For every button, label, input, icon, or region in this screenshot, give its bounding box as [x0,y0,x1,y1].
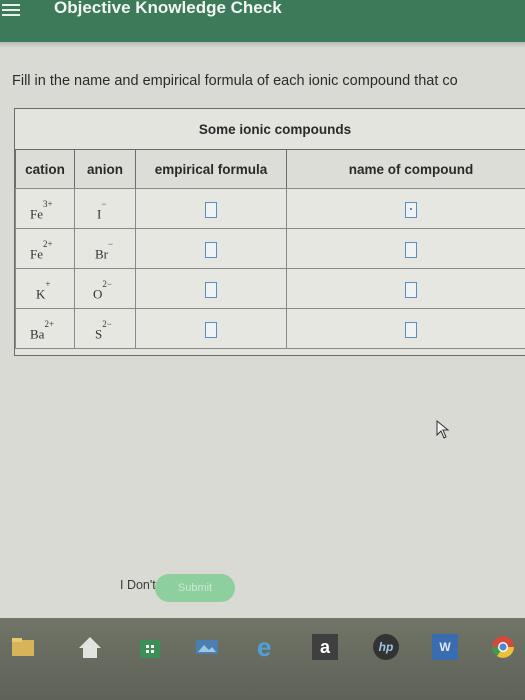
file-explorer-icon[interactable] [10,634,36,660]
question-instruction: Fill in the name and empirical formula o… [12,73,458,89]
cation-symbol: Ba [30,326,45,342]
anion-cell: O2− [74,268,136,309]
empirical-formula-input[interactable] [205,242,217,258]
empirical-formula-cell [135,268,287,309]
cation-charge: 2+ [43,239,53,249]
anion-charge: − [101,199,107,209]
compound-name-cell [286,188,525,229]
column-header-name-of-compound: name of compound [286,149,525,189]
empirical-formula-cell [135,228,287,269]
anion-symbol: Br [95,246,108,262]
empirical-formula-input[interactable] [205,282,217,298]
column-header-empirical-formula: empirical formula [135,149,287,189]
amazon-icon[interactable]: a [312,634,338,660]
edge-icon[interactable]: e [255,634,281,660]
cation-symbol: Fe [30,206,43,222]
compound-name-input[interactable] [405,322,417,338]
anion-charge: − [108,239,114,249]
app-header: Objective Knowledge Check [0,0,525,42]
word-icon[interactable]: W [432,634,458,660]
cation-cell: K+ [15,268,75,309]
anion-cell: Br− [74,228,136,269]
cation-cell: Fe2+ [15,228,75,269]
anion-cell: I− [74,188,136,229]
empirical-formula-input[interactable] [205,322,217,338]
cation-cell: Ba2+ [15,308,75,349]
anion-cell: S2− [74,308,136,349]
compound-name-cell [286,308,525,349]
cation-cell: Fe3+ [15,188,75,229]
store-icon[interactable] [137,634,163,660]
cation-symbol: K [36,286,46,302]
cation-charge: + [45,279,51,289]
cation-charge: 3+ [43,199,53,209]
home-icon[interactable] [77,634,103,660]
compound-name-input[interactable] [405,282,417,298]
photos-icon[interactable] [194,634,220,660]
compound-name-cell [286,268,525,309]
chrome-icon[interactable] [490,634,516,660]
page-title: Objective Knowledge Check [54,0,282,17]
mouse-cursor-icon [436,420,450,439]
compound-name-cell [286,228,525,269]
cation-symbol: Fe [30,246,43,262]
empirical-formula-input[interactable] [205,202,217,218]
ionic-compounds-table: Some ionic compounds cation anion empiri… [14,108,525,356]
anion-charge: 2− [102,279,112,289]
empirical-formula-cell [135,188,287,229]
table-caption: Some ionic compounds [198,122,352,137]
anion-charge: 2− [102,319,112,329]
hamburger-menu-icon[interactable] [2,2,20,18]
anion-symbol: O [93,286,103,302]
cation-charge: 2+ [44,319,55,329]
svg-text:e: e [257,634,271,660]
empirical-formula-cell [135,308,287,349]
compound-name-input[interactable] [405,242,417,258]
column-header-cation: cation [15,149,75,189]
submit-button[interactable]: Submit [155,574,235,602]
hp-icon[interactable]: hp [373,634,399,660]
column-header-anion: anion [74,149,136,189]
header-divider [0,42,525,48]
compound-name-input[interactable] [405,202,417,218]
